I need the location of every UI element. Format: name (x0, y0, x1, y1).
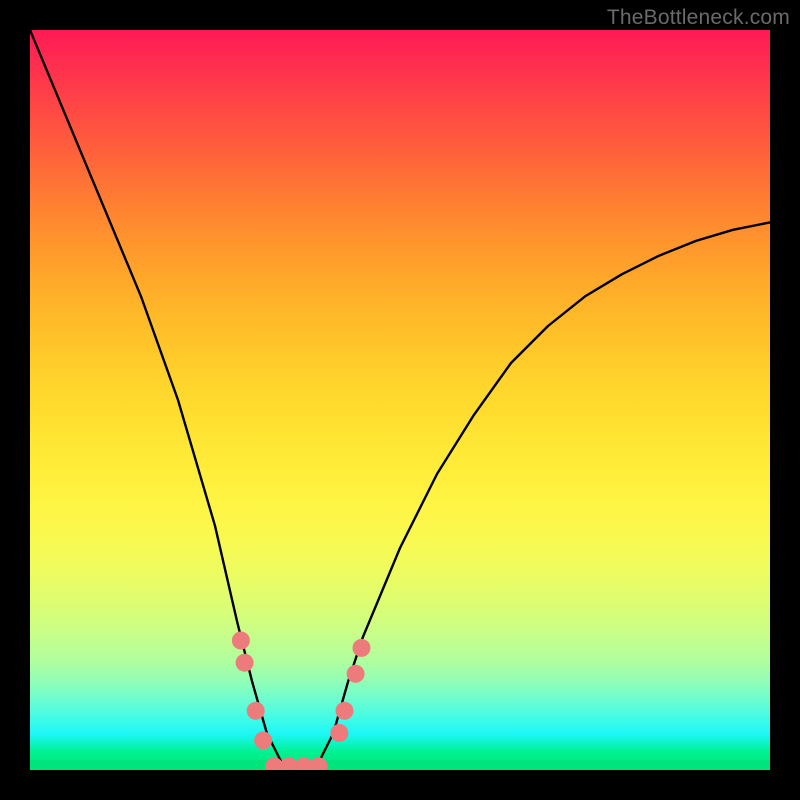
bottom-green-band (30, 760, 770, 770)
highlight-dot (347, 665, 365, 683)
highlight-dot (232, 632, 250, 650)
plot-area (30, 30, 770, 770)
highlight-dot (353, 639, 371, 657)
highlight-dot (247, 702, 265, 720)
chart-svg (30, 30, 770, 770)
highlight-dot (236, 654, 254, 672)
chart-frame: TheBottleneck.com (0, 0, 800, 800)
highlight-dot (254, 731, 272, 749)
watermark-text: TheBottleneck.com (607, 6, 790, 30)
highlight-dot (330, 724, 348, 742)
gradient-bg (30, 30, 770, 770)
highlight-dot (336, 702, 354, 720)
